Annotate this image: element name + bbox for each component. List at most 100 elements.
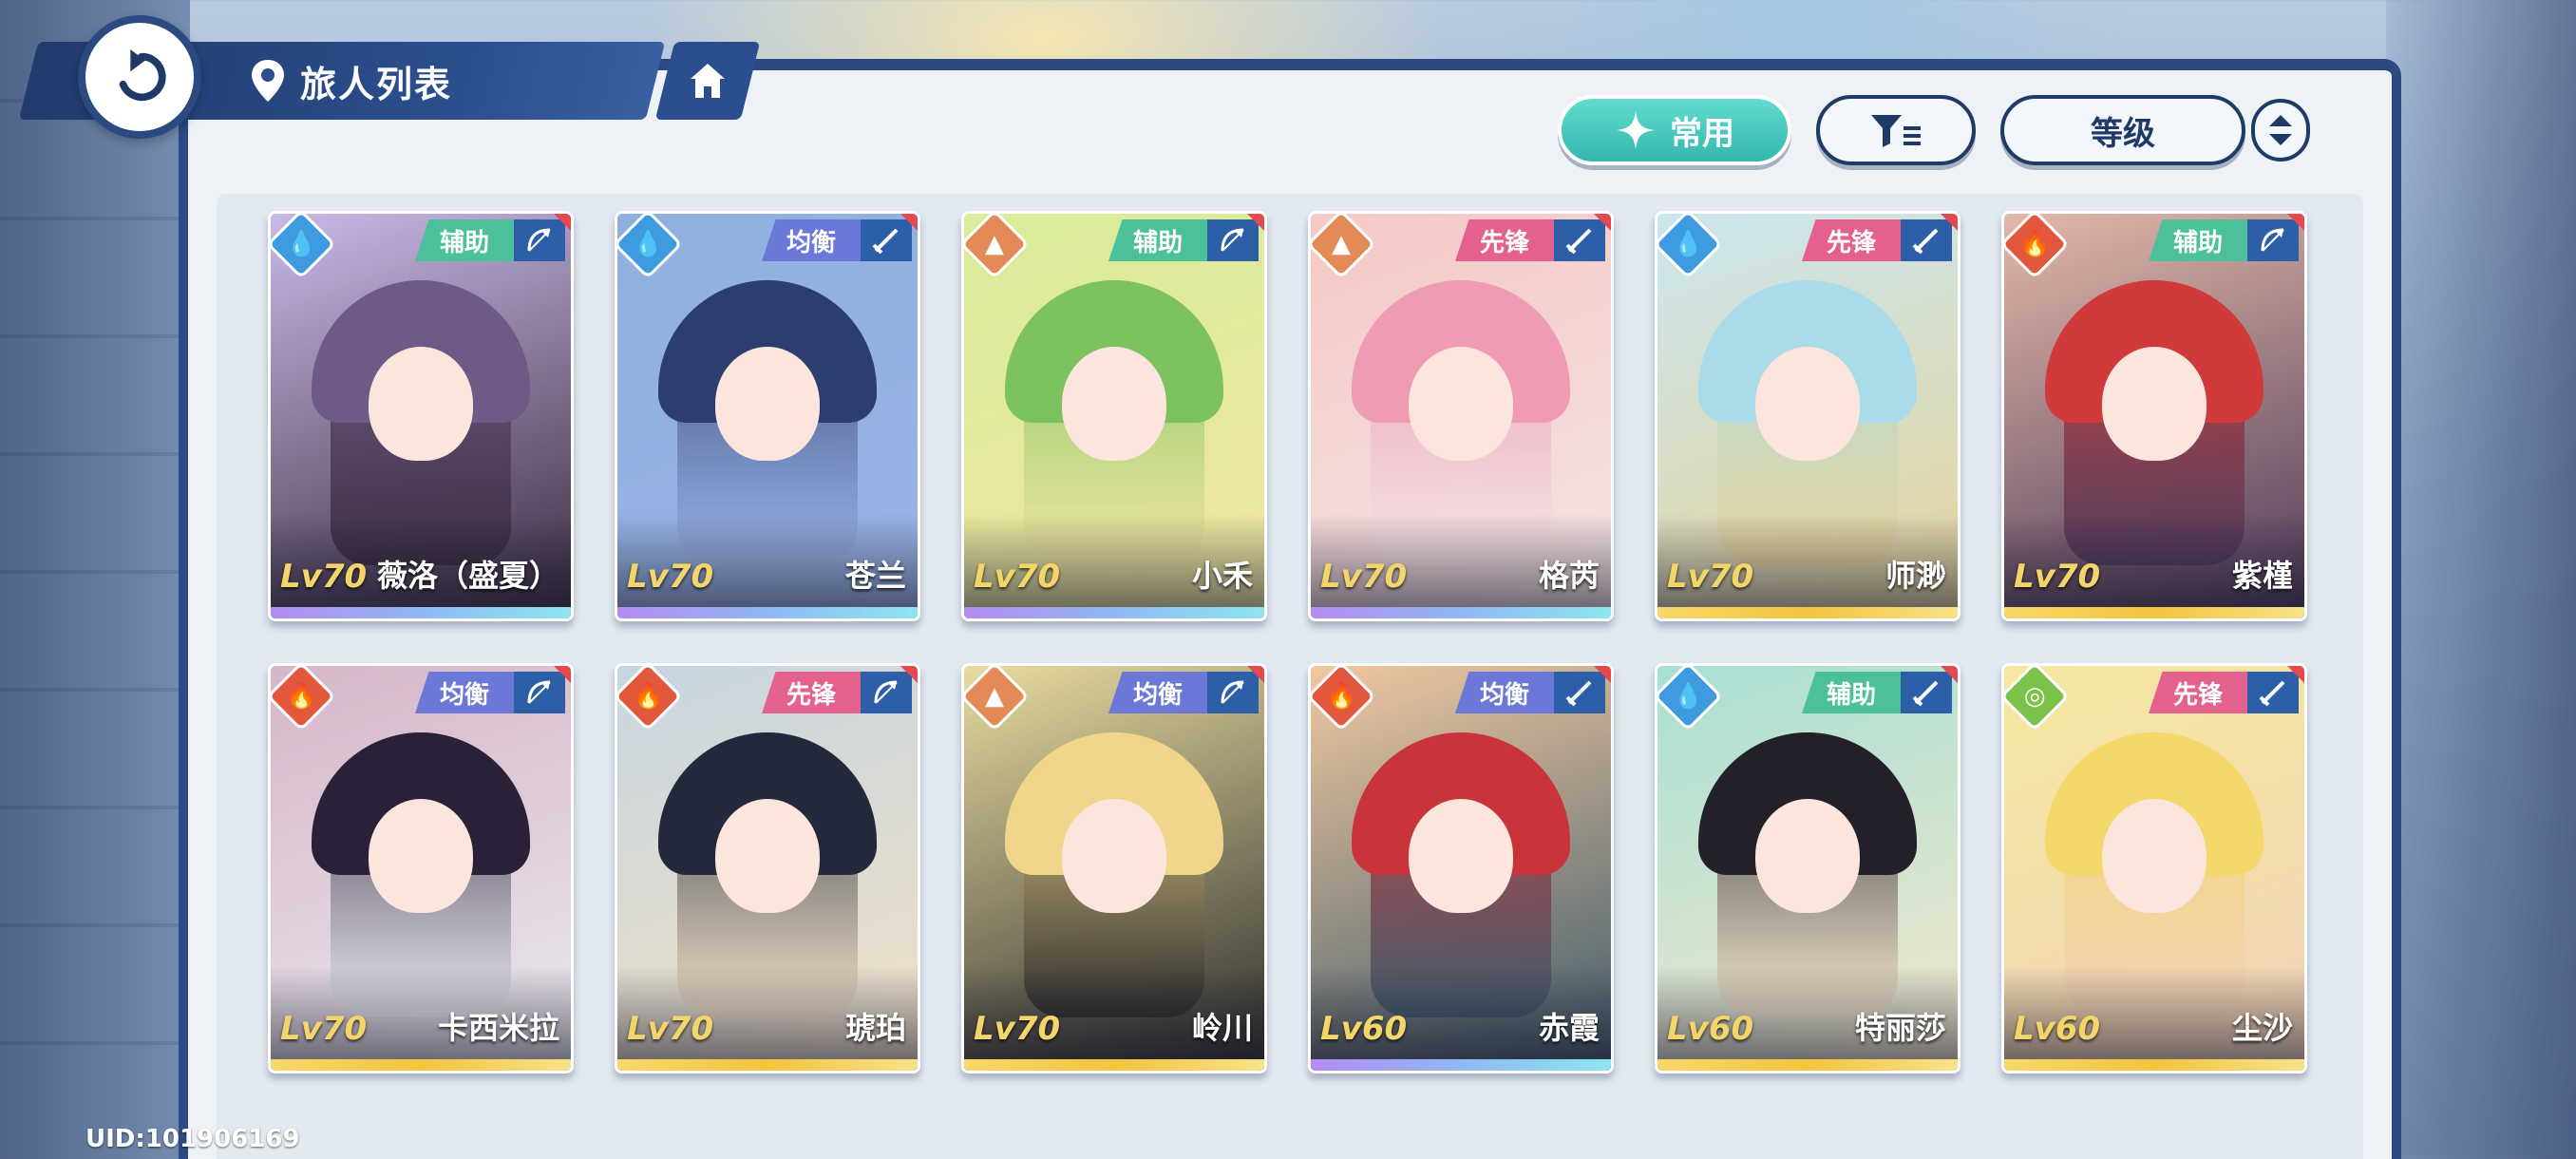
page-title: 旅人列表: [300, 63, 453, 105]
new-indicator: [1245, 666, 1264, 685]
role-tag: 先锋: [762, 672, 861, 713]
character-name: 格芮: [1538, 558, 1600, 594]
rarity-bar: [964, 607, 1264, 618]
back-arrow-icon: [119, 48, 166, 102]
new-indicator: [2285, 666, 2304, 685]
character-card[interactable]: ▲ 辅助 Lv70 小禾: [961, 211, 1267, 621]
character-level: Lv70: [280, 1010, 368, 1048]
rarity-bar: [964, 1059, 1264, 1071]
common-filter-button[interactable]: 常用: [1558, 95, 1791, 165]
character-level: Lv70: [280, 558, 368, 596]
character-card[interactable]: 💧 先锋 Lv70 师渺: [1655, 211, 1960, 621]
character-name: 薇洛（盛夏）: [376, 558, 559, 594]
character-face: [1062, 347, 1166, 461]
character-face: [2102, 799, 2207, 913]
home-icon: [691, 64, 725, 98]
rarity-bar: [1311, 1059, 1611, 1071]
new-indicator: [1592, 666, 1611, 685]
rarity-bar: [2004, 607, 2304, 618]
common-filter-label: 常用: [1670, 114, 1734, 153]
sort-label: 等级: [2091, 114, 2155, 153]
character-level: Lv70: [2014, 558, 2101, 596]
role-tag: 均衡: [1455, 672, 1554, 713]
rarity-bar: [617, 1059, 918, 1071]
character-name: 师渺: [1885, 558, 1946, 594]
role-tag: 先锋: [1455, 219, 1554, 261]
character-face: [1755, 799, 1860, 913]
character-face: [1409, 347, 1513, 461]
role-tag: 先锋: [2149, 672, 2247, 713]
role-tag: 均衡: [1108, 672, 1207, 713]
character-card[interactable]: 🔥 先锋 Lv70 琥珀: [615, 663, 920, 1074]
back-button[interactable]: [78, 15, 201, 139]
character-card[interactable]: 🔥 辅助 Lv70 紫槿: [2001, 211, 2307, 621]
background-right-scene: [2386, 0, 2576, 1159]
character-card[interactable]: ▲ 均衡 Lv70 岭川: [961, 663, 1267, 1074]
character-card[interactable]: 🔥 均衡 Lv60 赤霞: [1308, 663, 1614, 1074]
rarity-bar: [2004, 1059, 2304, 1071]
rarity-bar: [1657, 607, 1958, 618]
character-level: Lv70: [974, 558, 1061, 596]
character-level: Lv60: [1667, 1010, 1754, 1048]
character-name: 小禾: [1191, 558, 1253, 594]
character-level: Lv70: [1320, 558, 1408, 596]
rarity-bar: [271, 1059, 571, 1071]
character-face: [715, 347, 820, 461]
character-level: Lv60: [2014, 1010, 2101, 1048]
character-face: [2102, 347, 2207, 461]
character-face: [1409, 799, 1513, 913]
rarity-bar: [1311, 607, 1611, 618]
new-indicator: [899, 666, 918, 685]
character-card[interactable]: 💧 辅助 Lv60 特丽莎: [1655, 663, 1960, 1074]
sparkle-icon: [1617, 111, 1655, 149]
rarity-bar: [1657, 1059, 1958, 1071]
role-tag: 先锋: [1802, 219, 1901, 261]
new-indicator: [2285, 214, 2304, 233]
background-left-scene: [0, 0, 190, 1159]
character-card[interactable]: ◎ 先锋 Lv60 尘沙: [2001, 663, 2307, 1074]
character-card[interactable]: 💧 辅助 Lv70 薇洛（盛夏）: [268, 211, 574, 621]
sort-order-toggle[interactable]: [2251, 99, 2310, 162]
new-indicator: [1592, 214, 1611, 233]
sort-by-level-button[interactable]: 等级: [2000, 95, 2245, 165]
character-name: 特丽莎: [1854, 1010, 1946, 1046]
user-id: UID:101906169: [85, 1125, 300, 1153]
character-card[interactable]: ▲ 先锋 Lv70 格芮: [1308, 211, 1614, 621]
character-name: 尘沙: [2231, 1010, 2293, 1046]
filter-icon: [1871, 115, 1921, 147]
new-indicator: [899, 214, 918, 233]
character-level: Lv70: [1667, 558, 1754, 596]
sort-order-icon: [2269, 115, 2292, 145]
new-indicator: [1939, 214, 1958, 233]
character-level: Lv70: [974, 1010, 1061, 1048]
page-title-group: 旅人列表: [249, 49, 452, 112]
character-card[interactable]: 🔥 均衡 Lv70 卡西米拉: [268, 663, 574, 1074]
character-face: [369, 799, 473, 913]
location-pin-icon: [252, 60, 284, 102]
rarity-bar: [617, 607, 918, 618]
character-name: 岭川: [1191, 1010, 1253, 1046]
new-indicator: [552, 214, 571, 233]
rarity-bar: [271, 607, 571, 618]
role-tag: 辅助: [1802, 672, 1901, 713]
role-tag: 均衡: [415, 672, 514, 713]
role-tag: 辅助: [415, 219, 514, 261]
character-face: [715, 799, 820, 913]
role-tag: 辅助: [1108, 219, 1207, 261]
character-name: 赤霞: [1538, 1010, 1600, 1046]
character-card[interactable]: 💧 均衡 Lv70 苍兰: [615, 211, 920, 621]
character-name: 苍兰: [844, 558, 906, 594]
character-level: Lv60: [1320, 1010, 1408, 1048]
character-face: [1062, 799, 1166, 913]
character-level: Lv70: [627, 558, 714, 596]
character-level: Lv70: [627, 1010, 714, 1048]
new-indicator: [1245, 214, 1264, 233]
filter-button[interactable]: [1816, 95, 1976, 165]
role-tag: 辅助: [2149, 219, 2247, 261]
character-name: 卡西米拉: [437, 1010, 559, 1046]
character-face: [1755, 347, 1860, 461]
role-tag: 均衡: [762, 219, 861, 261]
new-indicator: [552, 666, 571, 685]
character-name: 紫槿: [2231, 558, 2293, 594]
character-face: [369, 347, 473, 461]
